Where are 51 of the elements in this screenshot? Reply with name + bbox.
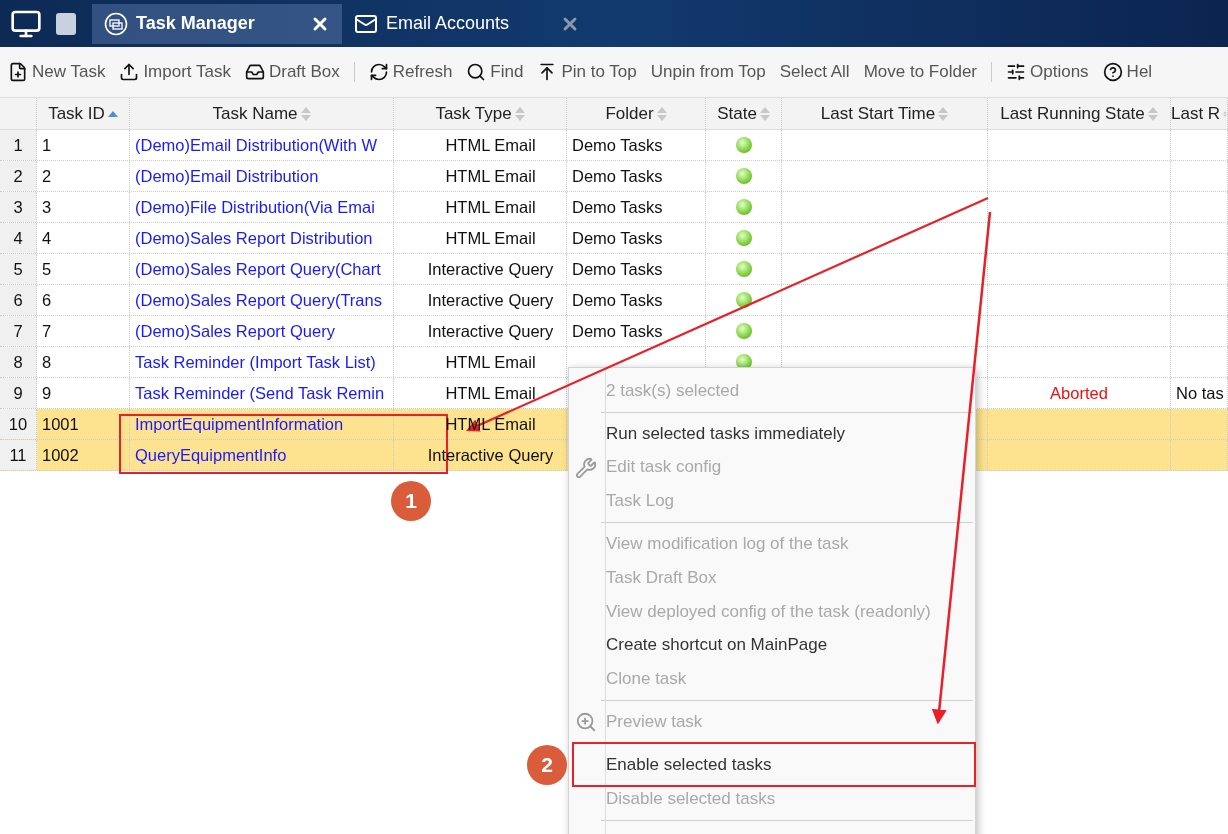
table-cell: Demo Tasks xyxy=(567,316,706,346)
row-number: 7 xyxy=(0,316,37,346)
menu-header: 2 task(s) selected xyxy=(605,379,741,402)
table-cell: Interactive Query xyxy=(394,254,567,284)
row-number: 6 xyxy=(0,285,37,315)
table-cell: Demo Tasks xyxy=(567,223,706,253)
table-cell: HTML Email xyxy=(394,347,567,377)
table-cell: HTML Email xyxy=(394,378,567,408)
table-cell: Aborted xyxy=(1050,383,1108,403)
table-cell: 9 xyxy=(37,378,130,408)
row-number: 2 xyxy=(0,161,37,191)
table-cell: Demo Tasks xyxy=(567,192,706,222)
table-cell: Demo Tasks xyxy=(567,254,706,284)
row-number: 4 xyxy=(0,223,37,253)
column-title: Folder xyxy=(605,103,654,124)
column-title: Task ID xyxy=(48,103,105,124)
table-cell: Demo Tasks xyxy=(567,130,706,160)
table-cell: 4 xyxy=(37,223,130,253)
table-cell: 3 xyxy=(37,192,130,222)
row-number: 11 xyxy=(0,440,37,470)
table-cell: 8 xyxy=(37,347,130,377)
column-title: Last Running State xyxy=(1000,103,1145,124)
table-cell: HTML Email xyxy=(394,223,567,253)
table-cell: 1001 xyxy=(37,409,130,439)
table-cell: HTML Email xyxy=(394,161,567,191)
column-title: Last Start Time xyxy=(820,103,936,124)
column-title: State xyxy=(717,103,757,124)
step-badge: 1 xyxy=(391,481,431,521)
table-cell: Interactive Query xyxy=(394,285,567,315)
table-cell: HTML Email xyxy=(394,192,567,222)
row-number: 3 xyxy=(0,192,37,222)
table-cell: No tas xyxy=(1176,383,1224,403)
table-cell: Demo Tasks xyxy=(567,285,706,315)
table-cell: HTML Email xyxy=(394,130,567,160)
table-cell: 6 xyxy=(37,285,130,315)
column-title: Last R xyxy=(1171,103,1221,124)
row-number: 1 xyxy=(0,130,37,160)
row-number: 8 xyxy=(0,347,37,377)
table-cell: Interactive Query xyxy=(394,316,567,346)
column-title: Task Name xyxy=(212,103,298,124)
step-badge: 2 xyxy=(527,745,567,785)
table-cell: Demo Tasks xyxy=(567,161,706,191)
table-cell: 7 xyxy=(37,316,130,346)
table-cell: 2 xyxy=(37,161,130,191)
row-number: 5 xyxy=(0,254,37,284)
row-number: 10 xyxy=(0,409,37,439)
column-title: Task Type xyxy=(435,103,512,124)
table-cell: 5 xyxy=(37,254,130,284)
table-cell: 1 xyxy=(37,130,130,160)
row-number: 9 xyxy=(0,378,37,408)
table-cell: 1002 xyxy=(37,440,130,470)
